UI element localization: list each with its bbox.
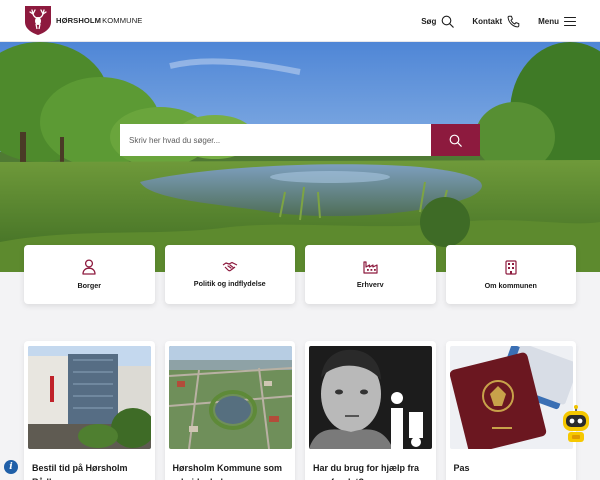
hamburger-menu-icon	[564, 16, 576, 26]
search-icon	[441, 15, 455, 28]
person-icon	[82, 259, 96, 275]
chatbot-robot-icon[interactable]	[560, 404, 592, 446]
category-cards: Borger Politik og indflydelse Erhverv Om…	[24, 245, 576, 304]
news-card-title: Hørsholm Kommune som arbejdsplads	[172, 463, 283, 480]
news-card-title: Pas	[453, 463, 470, 473]
aerial-town-image	[168, 346, 292, 449]
news-card[interactable]: Bestil tid på Hørsholm Rådhus	[24, 341, 155, 480]
menu-nav-button[interactable]: Menu	[538, 16, 576, 27]
category-label: Om kommunen	[484, 280, 537, 290]
hero-banner	[0, 42, 600, 272]
category-label: Borger	[77, 281, 102, 290]
category-label: Politik og indflydelse	[193, 279, 266, 288]
coat-of-arms-icon	[25, 6, 51, 35]
lake-landscape-image	[0, 42, 600, 272]
category-label: Erhverv	[356, 280, 384, 289]
municipality-logo[interactable]: HØRSHOLM KOMMUNE	[24, 5, 142, 36]
handshake-icon	[222, 261, 238, 272]
passport-image	[449, 346, 573, 449]
menu-nav-label: Menu	[538, 16, 559, 26]
search-input[interactable]	[120, 124, 431, 156]
search-icon	[449, 134, 462, 147]
building-icon	[505, 259, 517, 275]
boy-portrait-image	[309, 346, 432, 449]
factory-icon	[363, 261, 378, 274]
contact-nav-button[interactable]: Kontakt	[472, 15, 520, 28]
news-card-title: Bestil tid på Hørsholm Rådhus	[32, 463, 128, 480]
logo-name-regular: KOMMUNE	[102, 16, 143, 25]
search-bar	[120, 124, 480, 156]
news-card[interactable]: Hørsholm Kommune som arbejdsplads	[164, 341, 295, 480]
contact-nav-label: Kontakt	[472, 16, 503, 26]
search-submit-button[interactable]	[431, 124, 480, 156]
search-nav-label: Søg	[421, 16, 437, 26]
logo-wordmark: HØRSHOLM KOMMUNE	[56, 16, 142, 25]
site-header: HØRSHOLM KOMMUNE Søg Kontakt Menu	[0, 0, 600, 42]
news-card[interactable]: Pas	[445, 341, 576, 480]
info-icon[interactable]: i	[4, 460, 18, 474]
news-card[interactable]: Har du brug for hjælp fra samfundet?	[305, 341, 436, 480]
search-nav-button[interactable]: Søg	[421, 15, 455, 28]
phone-icon	[507, 15, 520, 27]
category-card-om-kommunen[interactable]: Om kommunen	[445, 245, 576, 304]
town-hall-image	[28, 346, 151, 449]
news-card-title: Har du brug for hjælp fra samfundet?	[313, 463, 420, 480]
header-nav: Søg Kontakt Menu	[421, 0, 576, 42]
category-card-politik[interactable]: Politik og indflydelse	[164, 245, 295, 304]
category-card-erhverv[interactable]: Erhverv	[305, 245, 436, 304]
logo-name-bold: HØRSHOLM	[56, 16, 102, 25]
category-card-borger[interactable]: Borger	[24, 245, 155, 304]
news-cards: Bestil tid på Hørsholm Rådhus Hørsholm K…	[24, 341, 576, 480]
